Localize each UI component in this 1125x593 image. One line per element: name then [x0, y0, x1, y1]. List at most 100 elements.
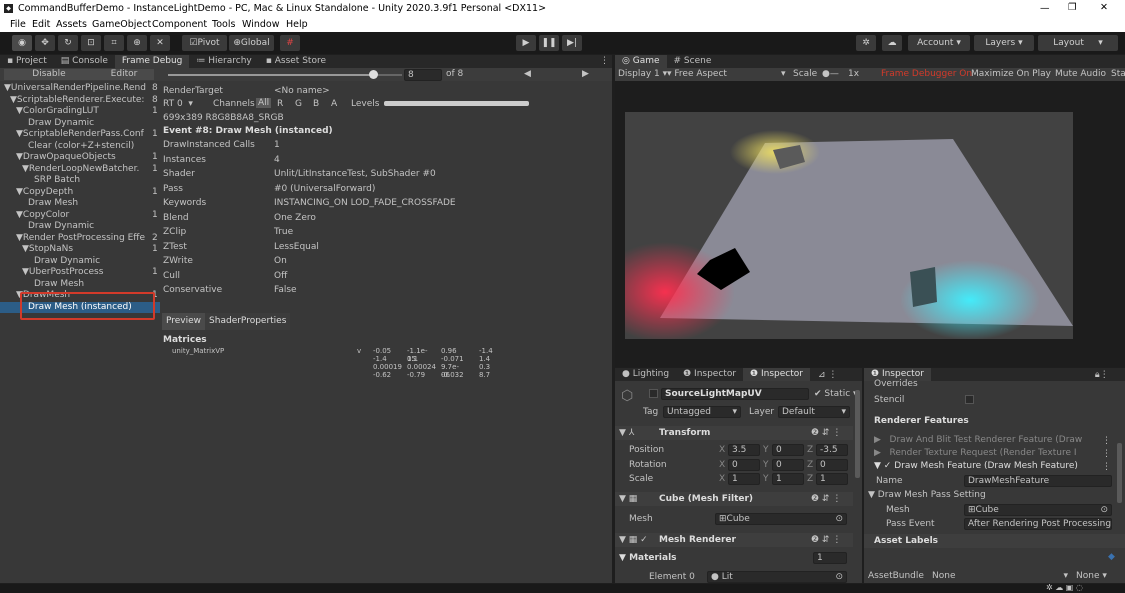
status-icons[interactable]: ✲ ☁ ▣ ◌	[1046, 583, 1083, 592]
panel-menu-icon[interactable]: ⋮	[600, 56, 609, 66]
tab-frame-debug[interactable]: Frame Debug	[114, 55, 190, 68]
tab-hierarchy[interactable]: ≔ Hierarchy	[189, 55, 258, 68]
menu-assets[interactable]: Assets	[56, 19, 87, 30]
mesh-filter-menu-icon[interactable]: ❷ ⇵ ⋮	[811, 494, 841, 504]
rotation-y-field[interactable]: 0	[772, 458, 804, 471]
channel-r-button[interactable]: R	[277, 99, 283, 109]
static-toggle[interactable]: ✔ Static ▾	[814, 389, 858, 399]
event-slider[interactable]	[168, 70, 402, 79]
inspector-scrollbar[interactable]	[855, 390, 860, 478]
feature-name-field[interactable]: DrawMeshFeature	[964, 475, 1112, 487]
play-button[interactable]: ▶	[516, 35, 536, 51]
channel-b-button[interactable]: B	[313, 99, 319, 109]
pass-event-dropdown[interactable]: After Rendering Post Processing ▾	[964, 518, 1112, 530]
editor-dropdown[interactable]: Editor	[94, 69, 154, 80]
move-tool-icon[interactable]: ✥	[35, 35, 55, 51]
stencil-checkbox[interactable]	[965, 395, 974, 404]
maximize-button[interactable]: ❐	[1068, 2, 1077, 13]
levels-slider[interactable]	[384, 101, 529, 106]
mute-audio-toggle[interactable]: Mute Audio	[1055, 69, 1106, 79]
scale-tool-icon[interactable]: ⊡	[81, 35, 101, 51]
transform-header[interactable]: ▼ ⅄ Transform ❷ ⇵ ⋮	[615, 426, 853, 440]
materials-foldout[interactable]: ▼ Materials	[619, 553, 677, 563]
collab-icon[interactable]: ✲	[856, 35, 876, 51]
tag-dropdown[interactable]: Untagged ▾	[663, 406, 741, 418]
display-dropdown[interactable]: Display 1 ▾	[618, 69, 667, 79]
variant-dropdown[interactable]: None ▾	[1076, 571, 1107, 581]
layers-dropdown[interactable]: Layers ▾	[974, 35, 1034, 51]
global-button[interactable]: ⊕ Global	[229, 35, 274, 51]
materials-count[interactable]: 1	[813, 552, 847, 564]
tab-inspector-b[interactable]: ❶ Inspector	[743, 368, 810, 381]
asset-labels-header[interactable]: Asset Labels	[864, 534, 1125, 548]
menu-window[interactable]: Window	[242, 19, 279, 30]
tab-lighting[interactable]: ● Lighting	[615, 368, 676, 381]
mesh-renderer-menu-icon[interactable]: ❷ ⇵ ⋮	[811, 535, 841, 545]
scale-y-field[interactable]: 1	[772, 473, 804, 485]
position-z-field[interactable]: -3.5	[816, 444, 848, 456]
layout-dropdown[interactable]: Layout ▾	[1038, 35, 1118, 51]
element-0-field[interactable]: ● Lit ⊙	[707, 571, 847, 583]
rotate-tool-icon[interactable]: ↻	[58, 35, 78, 51]
rect-tool-icon[interactable]: ⌗	[104, 35, 124, 51]
menu-file[interactable]: File	[10, 19, 26, 30]
step-button[interactable]: ▶|	[562, 35, 582, 51]
disable-button[interactable]: Disable	[4, 69, 94, 80]
feature-3[interactable]: ▼ ✓ Draw Mesh Feature (Draw Mesh Feature…	[874, 461, 1112, 471]
scale-z-field[interactable]: 1	[816, 473, 848, 485]
menu-component[interactable]: Component	[152, 19, 207, 30]
rotation-z-field[interactable]: 0	[816, 458, 848, 471]
transform-tool-icon[interactable]: ⊕	[127, 35, 147, 51]
pause-button[interactable]: ❚❚	[539, 35, 559, 51]
menu-help[interactable]: Help	[286, 19, 308, 30]
pass-setting-foldout[interactable]: ▼ Draw Mesh Pass Setting	[868, 490, 986, 500]
grid-snap-icon[interactable]: #	[280, 35, 300, 51]
channel-all-button[interactable]: All	[256, 98, 272, 108]
view-tool-icon[interactable]: ◉	[12, 35, 32, 51]
prev-event-button[interactable]: ◀	[524, 69, 531, 79]
active-checkbox[interactable]	[649, 389, 658, 398]
close-button[interactable]: ✕	[1100, 2, 1108, 13]
pass-mesh-field[interactable]: ⊞Cube ⊙	[964, 504, 1112, 516]
channel-a-button[interactable]: A	[331, 99, 337, 109]
tab-asset-store[interactable]: ▪ Asset Store	[259, 55, 333, 68]
layer-dropdown[interactable]: Default ▾	[778, 406, 850, 418]
maximize-on-play-toggle[interactable]: Maximize On Play	[971, 69, 1051, 79]
position-x-field[interactable]: 3.5	[728, 444, 760, 456]
scale-slider[interactable]: ●—	[822, 69, 839, 79]
menu-tools[interactable]: Tools	[212, 19, 235, 30]
event-number-field[interactable]: 8	[404, 69, 442, 81]
menu-gameobject[interactable]: GameObject	[92, 19, 151, 30]
tab-game[interactable]: ◎ Game	[615, 55, 667, 68]
minimize-button[interactable]: —	[1040, 3, 1050, 14]
tree-item[interactable]: Draw Mesh (instanced)	[0, 301, 160, 313]
object-name-field[interactable]: SourceLightMapUV	[661, 388, 809, 400]
rotation-x-field[interactable]: 0	[728, 458, 760, 471]
tab-console[interactable]: ▤ Console	[54, 55, 115, 68]
tab-inspector-a[interactable]: ❶ Inspector	[676, 368, 743, 381]
channel-g-button[interactable]: G	[295, 99, 302, 109]
custom-tool-icon[interactable]: ✕	[150, 35, 170, 51]
tab-scene[interactable]: # Scene	[667, 55, 719, 68]
transform-menu-icon[interactable]: ❷ ⇵ ⋮	[811, 428, 841, 438]
mesh-field[interactable]: ⊞Cube ⊙	[715, 513, 847, 525]
feature-menu-icons[interactable]: ⋮ ⋮ ⋮	[1102, 435, 1111, 474]
pivot-button[interactable]: ☑ Pivot	[182, 35, 227, 51]
mesh-renderer-header[interactable]: ▼ ▦ ✓ Mesh Renderer ❷ ⇵ ⋮	[615, 533, 853, 547]
tag-icon[interactable]: ◆	[1108, 552, 1115, 562]
game-render-viewport[interactable]	[625, 112, 1073, 339]
account-dropdown[interactable]: Account ▾	[908, 35, 970, 51]
assetbundle-dropdown[interactable]: None ▾	[932, 571, 1068, 581]
scale-x-field[interactable]: 1	[728, 473, 760, 485]
tab-project[interactable]: ▪ Project	[0, 55, 54, 68]
cloud-icon[interactable]: ☁	[882, 35, 902, 51]
feature-1[interactable]: ▶ Draw And Blit Test Renderer Feature (D…	[874, 435, 1112, 445]
next-event-button[interactable]: ▶	[582, 69, 589, 79]
tree-item[interactable]: ▼DrawMesh 1	[0, 290, 160, 302]
mesh-filter-header[interactable]: ▼ ▦ Cube (Mesh Filter) ❷ ⇵ ⋮	[615, 492, 853, 506]
rt-dropdown[interactable]: RT 0 ▾	[163, 99, 193, 109]
lock-icon-2[interactable]: 🔒︎⋮	[1095, 370, 1109, 380]
position-y-field[interactable]: 0	[772, 444, 804, 456]
event-slider-handle[interactable]	[368, 70, 378, 79]
menu-edit[interactable]: Edit	[32, 19, 50, 30]
